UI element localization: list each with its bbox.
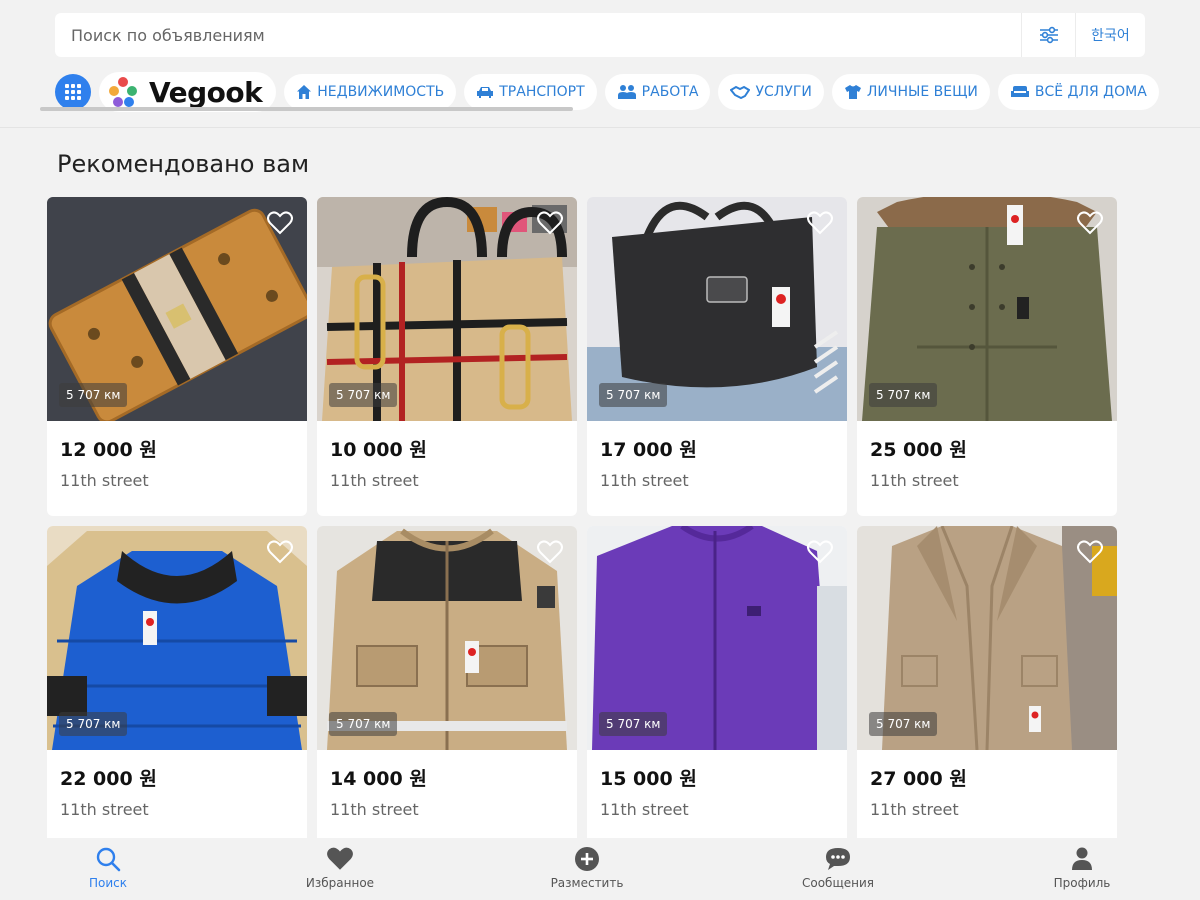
tshirt-icon	[844, 85, 861, 99]
category-chip-work[interactable]: РАБОТА	[604, 74, 711, 110]
handshake-icon	[730, 85, 751, 99]
listing-card[interactable]: 5 707 км 27 000 원 11th street	[857, 526, 1117, 845]
listing-card[interactable]: 5 707 км 15 000 원 11th street	[587, 526, 847, 845]
distance-badge: 5 707 км	[329, 383, 398, 407]
listing-street: 11th street	[600, 800, 689, 819]
listing-price: 17 000 원	[600, 439, 697, 461]
nav-label: Сообщения	[801, 876, 874, 890]
distance-badge: 5 707 км	[329, 712, 398, 736]
listing-card[interactable]: 5 707 км 25 000 원 11th street	[857, 197, 1117, 516]
favorite-heart-icon[interactable]	[267, 540, 293, 564]
listing-photo: 5 707 км	[317, 526, 577, 750]
logo-text: Vegook	[149, 75, 263, 109]
favorite-heart-icon[interactable]	[807, 540, 833, 564]
listing-price: 27 000 원	[870, 768, 967, 790]
listing-photo: 5 707 км	[587, 526, 847, 750]
search-input[interactable]	[55, 13, 1021, 57]
listing-card[interactable]: 5 707 км 22 000 원 11th street	[47, 526, 307, 845]
listing-photo: 5 707 км	[857, 526, 1117, 750]
listing-card[interactable]: 5 707 км 14 000 원 11th street	[317, 526, 577, 845]
favorite-heart-icon[interactable]	[807, 211, 833, 235]
search-icon	[96, 847, 121, 872]
bottom-navigation: Поиск Избранное Разместить Сообщения Про…	[0, 838, 1200, 900]
listing-price: 10 000 원	[330, 439, 427, 461]
listing-price: 15 000 원	[600, 768, 697, 790]
chat-icon	[826, 848, 850, 870]
filter-sliders-icon	[1039, 26, 1058, 44]
home-icon	[297, 85, 312, 99]
listing-street: 11th street	[870, 471, 959, 490]
car-icon	[477, 87, 494, 98]
category-chip-real-estate[interactable]: НЕДВИЖИМОСТЬ	[284, 74, 457, 110]
search-bar: 한국어	[55, 13, 1145, 57]
listing-photo: 5 707 км	[857, 197, 1117, 421]
favorite-heart-icon[interactable]	[537, 540, 563, 564]
logo-dots-icon	[109, 77, 137, 107]
language-button[interactable]: 한국어	[1075, 13, 1145, 57]
category-chip-label: ЛИЧНЫЕ ВЕЩИ	[866, 84, 978, 100]
listing-street: 11th street	[330, 800, 419, 819]
listing-price: 12 000 원	[60, 439, 157, 461]
category-chip-personal-items[interactable]: ЛИЧНЫЕ ВЕЩИ	[831, 74, 990, 110]
listing-price: 22 000 원	[60, 768, 157, 790]
listing-street: 11th street	[870, 800, 959, 819]
distance-badge: 5 707 км	[869, 383, 938, 407]
category-chip-label: ТРАНСПОРТ	[499, 84, 585, 100]
header-divider	[0, 127, 1200, 128]
sofa-icon	[1010, 86, 1029, 97]
listing-street: 11th street	[60, 471, 149, 490]
distance-badge: 5 707 км	[599, 383, 668, 407]
nav-label: Профиль	[1053, 876, 1111, 890]
user-icon	[1072, 847, 1092, 870]
listing-card[interactable]: 5 707 км 17 000 원 11th street	[587, 197, 847, 516]
listing-street: 11th street	[600, 471, 689, 490]
nav-label: Избранное	[305, 876, 375, 890]
distance-badge: 5 707 км	[59, 383, 128, 407]
listing-grid: 5 707 км 12 000 원 11th street 5 707 км 1…	[47, 197, 1117, 845]
favorite-heart-icon[interactable]	[537, 211, 563, 235]
plus-circle-icon	[575, 847, 599, 871]
listing-card[interactable]: 5 707 км 10 000 원 11th street	[317, 197, 577, 516]
distance-badge: 5 707 км	[599, 712, 668, 736]
listing-card[interactable]: 5 707 км 12 000 원 11th street	[47, 197, 307, 516]
listing-photo: 5 707 км	[317, 197, 577, 421]
nav-favorites[interactable]: Избранное	[285, 846, 395, 890]
category-scrollbar[interactable]	[40, 107, 573, 111]
listing-price: 25 000 원	[870, 439, 967, 461]
listing-photo: 5 707 км	[47, 197, 307, 421]
category-chip-label: ВСЁ ДЛЯ ДОМА	[1034, 84, 1147, 100]
nav-post[interactable]: Разместить	[532, 846, 642, 890]
menu-grid-button[interactable]	[55, 74, 91, 110]
vegook-logo[interactable]: Vegook	[99, 72, 277, 112]
category-chip-home[interactable]: ВСЁ ДЛЯ ДОМА	[997, 74, 1159, 110]
nav-profile[interactable]: Профиль	[1027, 846, 1137, 890]
grid-icon	[65, 84, 81, 100]
nav-label: Разместить	[550, 876, 624, 890]
category-chip-label: НЕДВИЖИМОСТЬ	[317, 84, 445, 100]
nav-label: Поиск	[88, 876, 127, 890]
category-chip-services[interactable]: УСЛУГИ	[718, 74, 824, 110]
listing-photo: 5 707 км	[587, 197, 847, 421]
people-icon	[617, 85, 636, 99]
category-chip-label: УСЛУГИ	[755, 84, 812, 100]
category-chip-transport[interactable]: ТРАНСПОРТ	[464, 74, 597, 110]
listing-price: 14 000 원	[330, 768, 427, 790]
distance-badge: 5 707 км	[59, 712, 128, 736]
listing-street: 11th street	[330, 471, 419, 490]
favorite-heart-icon[interactable]	[267, 211, 293, 235]
nav-search[interactable]: Поиск	[53, 846, 163, 890]
listing-photo: 5 707 км	[47, 526, 307, 750]
favorite-heart-icon[interactable]	[1077, 211, 1103, 235]
favorite-heart-icon[interactable]	[1077, 540, 1103, 564]
category-chip-label: РАБОТА	[641, 84, 699, 100]
distance-badge: 5 707 км	[869, 712, 938, 736]
nav-messages[interactable]: Сообщения	[783, 846, 893, 890]
listing-street: 11th street	[60, 800, 149, 819]
section-title: Рекомендовано вам	[57, 150, 310, 178]
heart-icon	[327, 847, 353, 870]
filter-button[interactable]	[1021, 13, 1075, 57]
